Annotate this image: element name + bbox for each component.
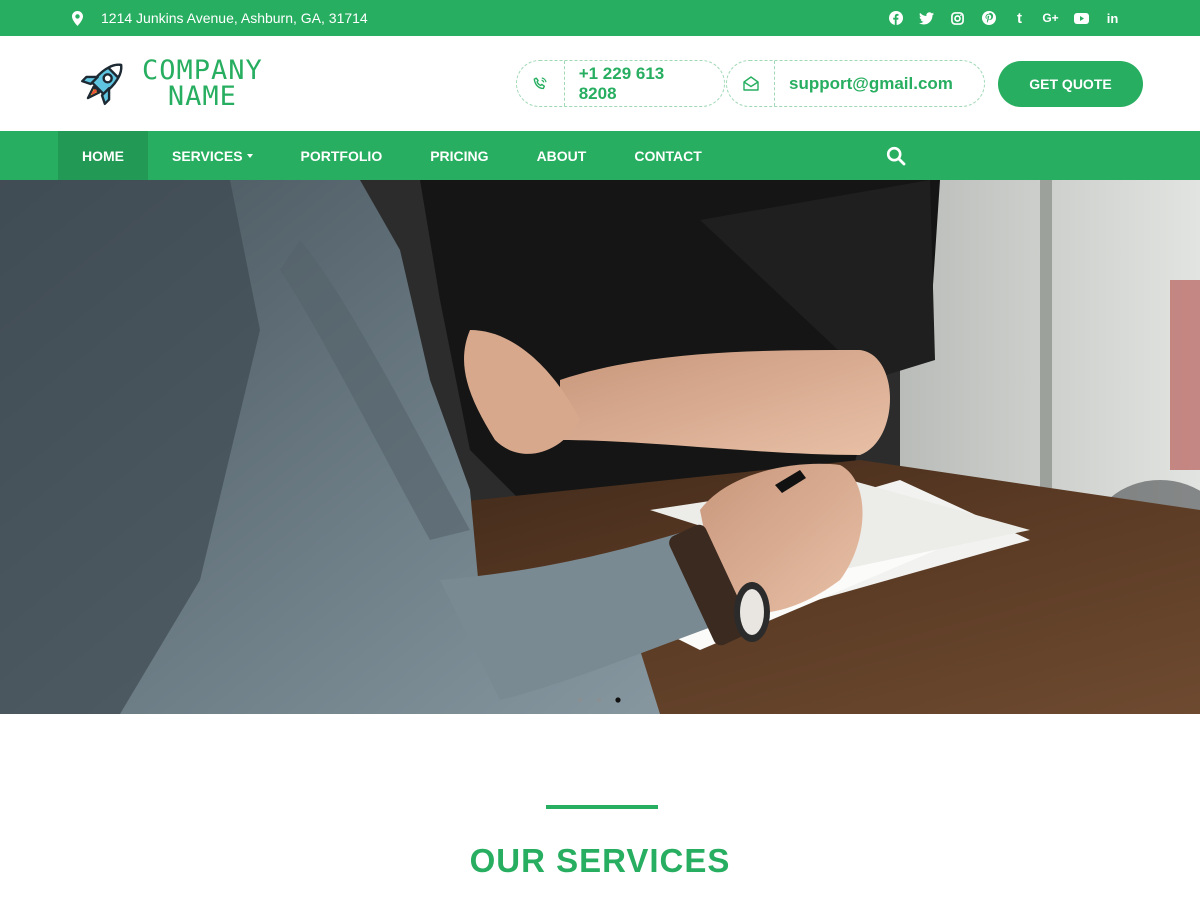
top-bar: 1214 Junkins Avenue, Ashburn, GA, 31714 … — [0, 0, 1200, 36]
nav-pricing[interactable]: PRICING — [406, 131, 512, 180]
services-heading: OUR SERVICES — [469, 842, 731, 879]
nav-portfolio[interactable]: PORTFOLIO — [277, 131, 407, 180]
social-links: t G+ in — [880, 8, 1128, 28]
logo-line-2: NAME — [167, 80, 237, 112]
pinterest-icon[interactable] — [973, 8, 1004, 28]
envelope-open-icon — [727, 61, 775, 106]
facebook-icon[interactable] — [880, 8, 911, 28]
search-icon[interactable] — [886, 146, 906, 166]
nav-contact-label: CONTACT — [634, 147, 702, 164]
site-header: COMPANY NAME +1 229 613 8208 support@gma… — [0, 36, 1200, 131]
nav-services-label: SERVICES — [172, 147, 243, 164]
caret-down-icon — [246, 153, 253, 158]
rocket-icon — [81, 63, 123, 105]
section-divider — [546, 805, 658, 809]
nav-pricing-label: PRICING — [430, 147, 489, 164]
logo-line-1: COMPANY — [142, 54, 263, 86]
nav-portfolio-label: PORTFOLIO — [300, 147, 383, 164]
address-text: 1214 Junkins Avenue, Ashburn, GA, 31714 — [101, 10, 368, 26]
phone-pill[interactable]: +1 229 613 8208 — [516, 60, 725, 107]
nav-services[interactable]: SERVICES — [148, 131, 277, 180]
hero-slider[interactable] — [0, 180, 1200, 714]
services-section: OUR SERVICES — [0, 714, 1200, 899]
google-plus-icon[interactable]: G+ — [1035, 8, 1066, 28]
instagram-icon[interactable] — [942, 8, 973, 28]
main-nav: HOME SERVICES PORTFOLIO PRICING ABOUT CO… — [0, 131, 1200, 180]
email-address: support@gmail.com — [789, 73, 953, 93]
nav-about[interactable]: ABOUT — [513, 131, 611, 180]
nav-home-label: HOME — [82, 147, 124, 164]
get-quote-button[interactable]: GET QUOTE — [998, 60, 1143, 107]
twitter-icon[interactable] — [911, 8, 942, 28]
hero-image — [0, 180, 1200, 714]
nav-contact[interactable]: CONTACT — [610, 131, 725, 180]
email-pill[interactable]: support@gmail.com — [726, 60, 985, 107]
linkedin-icon[interactable]: in — [1097, 8, 1128, 28]
youtube-icon[interactable] — [1066, 8, 1097, 28]
logo-text: COMPANY NAME — [142, 54, 263, 112]
phone-number: +1 229 613 8208 — [578, 63, 665, 103]
nav-about-label: ABOUT — [536, 147, 587, 164]
phone-icon — [517, 61, 565, 106]
logo[interactable]: COMPANY NAME — [72, 54, 263, 114]
map-marker-icon — [72, 10, 83, 26]
nav-home[interactable]: HOME — [58, 131, 148, 180]
tumblr-icon[interactable]: t — [1004, 8, 1035, 28]
address: 1214 Junkins Avenue, Ashburn, GA, 31714 — [72, 10, 368, 26]
header-contacts: +1 229 613 8208 support@gmail.com GET QU… — [516, 60, 1143, 107]
